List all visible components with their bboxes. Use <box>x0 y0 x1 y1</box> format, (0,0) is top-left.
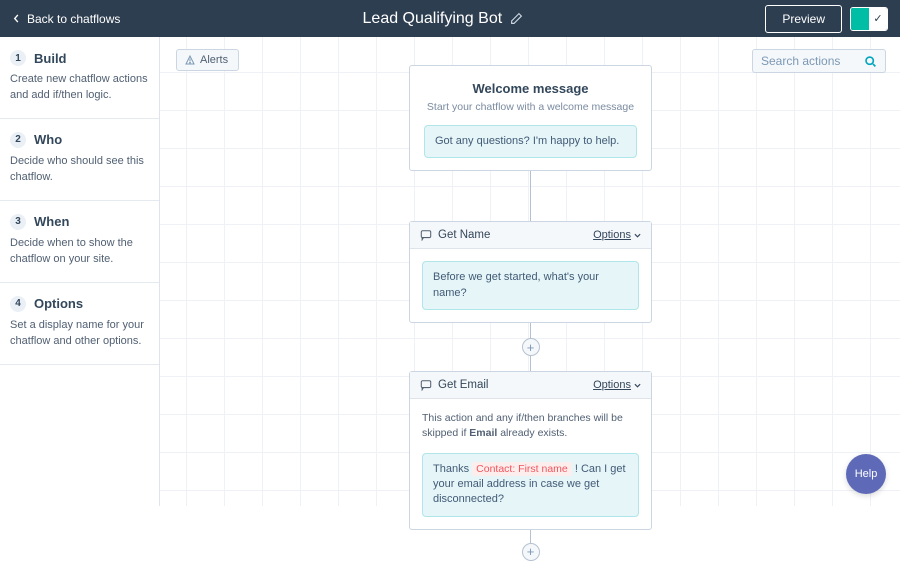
search-input[interactable] <box>761 54 864 68</box>
welcome-card[interactable]: Welcome message Start your chatflow with… <box>409 65 652 171</box>
connector <box>530 171 531 221</box>
search-icon <box>864 55 877 68</box>
flow-column: Welcome message Start your chatflow with… <box>409 65 652 561</box>
canvas[interactable]: Alerts Welcome message Start your chatfl… <box>160 37 900 506</box>
top-bar: Back to chatflows Lead Qualifying Bot Pr… <box>0 0 900 37</box>
card-header: Get Email Options <box>410 372 651 399</box>
toggle-off-check: ✓ <box>869 8 887 30</box>
get-email-bubble: Thanks Contact: First name ! Can I get y… <box>422 453 639 517</box>
welcome-title: Welcome message <box>424 81 637 96</box>
options-link[interactable]: Options <box>593 229 641 241</box>
chat-icon <box>420 229 432 241</box>
sidebar-step-when[interactable]: 3 When Decide when to show the chatflow … <box>0 201 159 283</box>
sidebar-step-build[interactable]: 1 Build Create new chatflow actions and … <box>0 37 159 119</box>
add-step-button[interactable]: + <box>522 543 540 561</box>
skip-note: This action and any if/then branches wil… <box>422 411 639 440</box>
sidebar: 1 Build Create new chatflow actions and … <box>0 37 160 506</box>
step-number: 2 <box>10 132 26 148</box>
options-link[interactable]: Options <box>593 379 641 391</box>
welcome-bubble: Got any questions? I'm happy to help. <box>424 125 637 158</box>
add-step-button[interactable]: + <box>522 338 540 356</box>
card-header: Get Name Options <box>410 222 651 249</box>
card-title: Get Email <box>438 379 587 391</box>
step-desc: Decide who should see this chatflow. <box>10 154 149 186</box>
step-title: Build <box>34 51 67 66</box>
alerts-button[interactable]: Alerts <box>176 49 239 71</box>
chevron-down-icon <box>634 232 641 239</box>
back-label: Back to chatflows <box>27 12 120 26</box>
connector <box>530 530 531 543</box>
card-body: This action and any if/then branches wil… <box>410 399 651 529</box>
chat-icon <box>420 379 432 391</box>
connector <box>530 356 531 371</box>
alerts-label: Alerts <box>200 54 228 66</box>
card-body: Before we get started, what's your name? <box>410 249 651 322</box>
chevron-left-icon <box>12 14 21 23</box>
token-first-name[interactable]: Contact: First name <box>472 462 572 476</box>
step-number: 4 <box>10 296 26 312</box>
publish-toggle[interactable]: ✓ <box>850 7 888 31</box>
toggle-on <box>851 8 869 30</box>
sidebar-step-options[interactable]: 4 Options Set a display name for your ch… <box>0 283 159 365</box>
step-desc: Decide when to show the chatflow on your… <box>10 236 149 268</box>
get-name-bubble: Before we get started, what's your name? <box>422 261 639 310</box>
card-title: Get Name <box>438 229 587 241</box>
step-title: Options <box>34 296 83 311</box>
step-number: 1 <box>10 50 26 66</box>
step-desc: Create new chatflow actions and add if/t… <box>10 72 149 104</box>
step-title: When <box>34 214 69 229</box>
preview-button[interactable]: Preview <box>765 5 842 33</box>
connector <box>530 323 531 338</box>
page-title: Lead Qualifying Bot <box>363 10 503 28</box>
chevron-down-icon <box>634 382 641 389</box>
get-name-card[interactable]: Get Name Options Before we get started, … <box>409 221 652 323</box>
title-wrap: Lead Qualifying Bot <box>120 10 765 28</box>
main: 1 Build Create new chatflow actions and … <box>0 37 900 506</box>
help-button[interactable]: Help <box>846 454 886 494</box>
step-title: Who <box>34 132 62 147</box>
step-desc: Set a display name for your chatflow and… <box>10 318 149 350</box>
sidebar-step-who[interactable]: 2 Who Decide who should see this chatflo… <box>0 119 159 201</box>
warning-icon <box>185 55 195 65</box>
step-number: 3 <box>10 214 26 230</box>
welcome-subtitle: Start your chatflow with a welcome messa… <box>424 101 637 113</box>
pencil-icon[interactable] <box>510 12 523 25</box>
back-link[interactable]: Back to chatflows <box>12 12 120 26</box>
search-actions[interactable] <box>752 49 886 73</box>
